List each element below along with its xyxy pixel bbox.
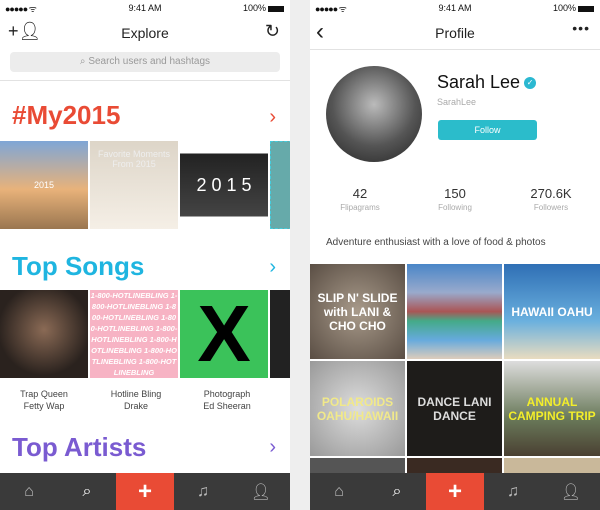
song-cover[interactable] — [270, 290, 290, 378]
profile-name: Sarah Lee ✓ — [437, 72, 537, 93]
divider — [0, 80, 290, 81]
section-title-top-songs[interactable]: Top Songs — [12, 251, 144, 282]
tab-bar: ⌂ ⌕ + ♫ 👤︎ — [310, 473, 600, 510]
profile-bio: Adventure enthusiast with a love of food… — [326, 237, 546, 248]
flipagram-tile[interactable]: 2015 — [0, 141, 88, 229]
flipagram-tile[interactable]: ANNUAL CAMPING TRIP — [504, 361, 600, 456]
flipagram-tile[interactable] — [407, 458, 502, 474]
battery-percent: 100% — [552, 3, 576, 13]
song-caption[interactable]: Trap Queen Fetty Wap — [0, 388, 88, 412]
stat-label: Flipagrams — [340, 203, 380, 212]
song-artist: Fetty Wap — [23, 401, 65, 411]
search-icon[interactable]: ⌕ — [58, 473, 116, 510]
flipagram-grid: SLIP N' SLIDE with LANI & CHO CHO HAWAII… — [310, 264, 600, 474]
music-icon[interactable]: ♫ — [174, 473, 232, 510]
battery-icon — [578, 5, 594, 12]
profile-name-text: Sarah Lee — [437, 72, 521, 92]
battery: 100% — [553, 3, 594, 13]
explore-screen: ●●●●● ᯤ 9:41 AM 100% +👤︎ Explore ↻ ⌕ Sea… — [0, 0, 290, 510]
flipagram-tile[interactable] — [504, 458, 600, 474]
search-icon[interactable]: ⌕ — [368, 473, 426, 510]
plus-icon[interactable]: + — [426, 473, 484, 510]
status-bar: ●●●●● ᯤ 9:41 AM 100% — [0, 0, 290, 15]
stat-value: 270.6K — [530, 186, 572, 201]
song-artist: Drake — [123, 401, 148, 411]
section-title-top-artists[interactable]: Top Artists — [12, 432, 146, 463]
page-title: Profile — [435, 25, 475, 41]
flipagram-tile[interactable]: POLAROIDS OAHU/HAWAII — [310, 361, 405, 456]
flipagram-tile[interactable] — [270, 141, 290, 229]
plus-icon[interactable]: + — [116, 473, 174, 510]
flipagram-tile[interactable]: 2 0 1 5 — [180, 141, 268, 229]
song-title: Trap Queen — [20, 389, 68, 399]
stat-label: Followers — [533, 203, 569, 212]
tab-bar: ⌂ ⌕ + ♫ 👤︎ — [0, 473, 290, 510]
chevron-right-icon[interactable]: › — [269, 106, 276, 129]
song-caption[interactable]: Hotline Bling Drake — [92, 388, 180, 412]
song-cover[interactable]: 1-800-HOTLINEBLING 1-800-HOTLINEBLING 1-… — [90, 290, 178, 378]
verified-icon: ✓ — [524, 77, 537, 90]
home-icon[interactable]: ⌂ — [310, 473, 368, 510]
battery: 100% — [243, 3, 284, 13]
chevron-right-icon[interactable]: › — [269, 256, 276, 279]
search-input[interactable]: ⌕ Search users and hashtags — [10, 52, 280, 72]
nav-header: ‹ Profile ••• — [310, 18, 600, 48]
flipagram-tile[interactable]: DANCE LANI DANCE — [407, 361, 502, 456]
flipagram-tile[interactable]: HAWAII OAHU — [504, 264, 600, 359]
home-icon[interactable]: ⌂ — [0, 473, 58, 510]
song-artist: Ed Sheeran — [203, 401, 251, 411]
follow-button[interactable]: Follow — [438, 120, 537, 140]
nav-header: +👤︎ Explore ↻ — [0, 18, 290, 48]
more-icon[interactable]: ••• — [572, 20, 590, 36]
avatar — [326, 66, 422, 162]
section-title-my2015[interactable]: #My2015 — [12, 100, 120, 131]
stat-followers[interactable]: 270.6K Followers — [506, 186, 596, 212]
flipagram-tile[interactable]: SLIP N' SLIDE with LANI & CHO CHO — [310, 264, 405, 359]
stat-value: 42 — [352, 186, 368, 201]
battery-percent: 100% — [242, 3, 266, 13]
song-cover[interactable] — [0, 290, 88, 378]
song-caption[interactable]: Photograph Ed Sheeran — [183, 388, 271, 412]
profile-screen: ●●●●● ᯤ 9:41 AM 100% ‹ Profile ••• Sarah… — [310, 0, 600, 510]
song-title: Photograph — [203, 389, 251, 399]
stat-value: 150 — [444, 186, 466, 201]
profile-icon[interactable]: 👤︎ — [542, 473, 600, 510]
stat-flipagrams[interactable]: 42 Flipagrams — [315, 186, 405, 212]
flipagram-tile[interactable]: Favorite Moments From 2015 — [90, 141, 178, 229]
song-cover[interactable]: X — [180, 290, 268, 378]
page-title: Explore — [121, 25, 169, 41]
flipagram-tile[interactable] — [310, 458, 405, 474]
songs-row: 1-800-HOTLINEBLING 1-800-HOTLINEBLING 1-… — [0, 290, 290, 378]
song-title: Hotline Bling — [110, 389, 162, 399]
battery-icon — [268, 5, 284, 12]
flipagram-tile[interactable] — [407, 264, 502, 359]
music-icon[interactable]: ♫ — [484, 473, 542, 510]
profile-icon[interactable]: 👤︎ — [232, 473, 290, 510]
stat-following[interactable]: 150 Following — [410, 186, 500, 212]
search-placeholder: Search users and hashtags — [88, 56, 211, 67]
chevron-right-icon[interactable]: › — [269, 436, 276, 459]
cover-text: 1-800-HOTLINEBLING 1-800-HOTLINEBLING 1-… — [90, 291, 178, 377]
stat-label: Following — [438, 203, 472, 212]
my2015-row: 2015 Favorite Moments From 2015 2 0 1 5 — [0, 141, 290, 229]
profile-handle: SarahLee — [437, 97, 477, 107]
refresh-icon[interactable]: ↻ — [265, 21, 280, 42]
divider — [310, 49, 600, 50]
status-bar: ●●●●● ᯤ 9:41 AM 100% — [310, 0, 600, 15]
